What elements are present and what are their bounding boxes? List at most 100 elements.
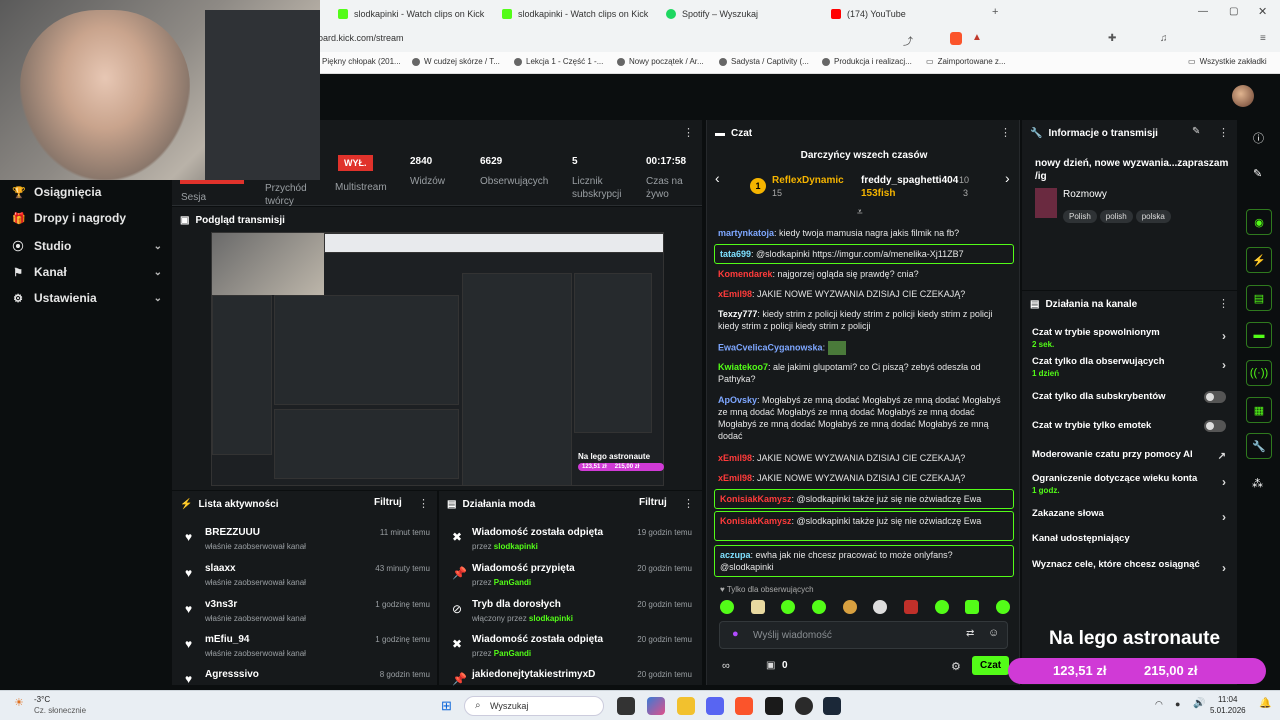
- bookmark-folder[interactable]: ▭ Zaimportowane z...: [926, 57, 1006, 66]
- donor-name[interactable]: ReflexDynamic: [772, 175, 844, 186]
- browser-tab[interactable]: (174) YouTube: [825, 3, 985, 25]
- chat-username[interactable]: xEmil98: [718, 289, 752, 299]
- chat-bubble-icon[interactable]: ▬: [1246, 322, 1272, 348]
- activity-user[interactable]: v3ns3r: [205, 599, 237, 610]
- filter-button[interactable]: Filtruj: [639, 497, 667, 508]
- chat-username[interactable]: KonisiakKamysz: [720, 494, 792, 504]
- emote-icon[interactable]: [965, 600, 980, 614]
- mod-user[interactable]: slodkapinki: [529, 614, 573, 623]
- mod-user[interactable]: slodkapinki: [494, 542, 538, 551]
- chat-username[interactable]: Texzy777: [718, 309, 757, 319]
- discord-icon[interactable]: [706, 697, 724, 715]
- edit-icon[interactable]: ✎: [1192, 126, 1200, 137]
- bookmark[interactable]: Lekcja 1 - Część 1 -...: [514, 57, 603, 66]
- minimize-icon[interactable]: —: [1198, 6, 1208, 17]
- mic-icon[interactable]: ●: [732, 628, 739, 640]
- gift-icon[interactable]: ▣: [766, 660, 775, 671]
- emote-icon[interactable]: [811, 600, 826, 614]
- info-icon[interactable]: ⓘ: [1253, 130, 1264, 146]
- broadcast-icon[interactable]: ((·)): [1246, 360, 1272, 386]
- windows-start-icon[interactable]: ⊞: [441, 698, 452, 714]
- browser-tab[interactable]: slodkapinki - Watch clips on Kick: [332, 3, 492, 25]
- translate-icon[interactable]: ⇄: [966, 628, 974, 639]
- goals-setting[interactable]: Wyznacz cele, które chcesz osiągnąć ›: [1032, 559, 1230, 575]
- emote-icon[interactable]: [781, 600, 796, 614]
- stream-category[interactable]: Rozmowy: [1063, 189, 1107, 200]
- chevron-left-icon[interactable]: ‹: [715, 170, 720, 186]
- emote-icon[interactable]: [934, 600, 949, 614]
- wrench-icon[interactable]: 🔧: [1246, 433, 1272, 459]
- document-icon[interactable]: ▤: [1246, 285, 1272, 311]
- sidebar-item-studio[interactable]: ⦿ Studio ⌄: [12, 238, 163, 254]
- avatar[interactable]: [1232, 85, 1254, 107]
- browser-tab[interactable]: slodkapinki - Watch clips on Kick: [496, 3, 656, 25]
- tag[interactable]: Polish: [1063, 210, 1097, 223]
- maximize-icon[interactable]: ▢: [1229, 6, 1238, 17]
- bookmark[interactable]: Piękny chłopak (201...: [322, 57, 401, 66]
- slow-mode-setting[interactable]: Czat w trybie spowolnionym 2 sek. ›: [1032, 327, 1230, 349]
- emote-only-toggle[interactable]: [1204, 420, 1226, 432]
- activity-user[interactable]: Agresssivo: [205, 669, 259, 680]
- more-icon[interactable]: ⋮: [1218, 297, 1229, 310]
- brave-rewards-icon[interactable]: ▲: [972, 32, 982, 43]
- activity-user[interactable]: mEfiu_94: [205, 634, 249, 645]
- taskbar-search[interactable]: ⌕ Wyszukaj: [464, 696, 604, 716]
- gear-icon[interactable]: ⚙: [951, 660, 961, 673]
- more-icon[interactable]: ⋮: [1218, 126, 1229, 139]
- emote-icon[interactable]: [750, 600, 765, 614]
- mic-icon[interactable]: ●: [1175, 699, 1180, 709]
- camera-icon[interactable]: ◉: [1246, 209, 1272, 235]
- weather-temp[interactable]: -3°C: [34, 695, 50, 704]
- hosting-channel-setting[interactable]: Kanał udostępniający: [1032, 533, 1230, 544]
- subscribers-only-toggle[interactable]: [1204, 391, 1226, 403]
- sidebar-item-drops[interactable]: 🎁 Dropy i nagrody: [12, 211, 162, 225]
- chat-text[interactable]: @slodkapinki https://imgur.com/a/menelik…: [756, 249, 964, 259]
- wifi-icon[interactable]: ◠: [1155, 699, 1163, 710]
- more-icon[interactable]: ⋮: [683, 126, 694, 139]
- brave-shield-icon[interactable]: [950, 32, 962, 45]
- sidebar-item-channel[interactable]: ⚑ Kanał ⌄: [12, 265, 162, 279]
- all-bookmarks[interactable]: ▭ Wszystkie zakładki: [1188, 57, 1267, 66]
- bookmark[interactable]: Sadysta / Captivity (...: [719, 57, 809, 66]
- tag[interactable]: polish: [1099, 210, 1133, 223]
- chat-input[interactable]: ● Wyślij wiadomość ⇄ ☺: [719, 621, 1008, 649]
- pencil-icon[interactable]: ✎: [1253, 167, 1262, 180]
- chevron-right-icon[interactable]: ›: [1005, 170, 1010, 186]
- taskview-icon[interactable]: [617, 697, 635, 715]
- more-icon[interactable]: ⋮: [418, 497, 429, 510]
- ai-moderation-setting[interactable]: Moderowanie czatu przy pomocy AI ↗: [1032, 449, 1230, 462]
- chat-username[interactable]: ApOvsky: [718, 395, 757, 405]
- emote-icon[interactable]: [995, 600, 1010, 614]
- tag[interactable]: polska: [1135, 210, 1171, 223]
- brave-icon[interactable]: [735, 697, 753, 715]
- bookmark[interactable]: W cudzej skórze / T...: [412, 57, 500, 66]
- clock-time[interactable]: 11:04: [1218, 695, 1237, 704]
- chat-username[interactable]: xEmil98: [718, 453, 752, 463]
- new-tab-button[interactable]: +: [992, 6, 998, 18]
- filter-button[interactable]: Filtruj: [374, 497, 402, 508]
- apps-icon[interactable]: ⁂: [1252, 477, 1263, 490]
- collapse-icon[interactable]: ⩡: [857, 207, 863, 218]
- clock-date[interactable]: 5.01.2026: [1210, 706, 1246, 715]
- speaker-icon[interactable]: 🔊: [1193, 698, 1205, 709]
- chat-username[interactable]: martynkatoja: [718, 228, 774, 238]
- chat-username[interactable]: Kwiatekoo7: [718, 362, 768, 372]
- stream-preview-video[interactable]: [211, 232, 664, 486]
- extensions-icon[interactable]: ✚: [1108, 33, 1116, 44]
- chat-username[interactable]: xEmil98: [718, 473, 752, 483]
- chat-username[interactable]: KonisiakKamysz: [720, 516, 792, 526]
- app-icon[interactable]: [765, 697, 783, 715]
- notifications-icon[interactable]: 🔔: [1259, 698, 1271, 709]
- music-icon[interactable]: ♫: [1160, 33, 1168, 44]
- emote-icon[interactable]: [842, 600, 857, 614]
- lightning-icon[interactable]: ⚡: [1246, 247, 1272, 273]
- file-explorer-icon[interactable]: [677, 697, 695, 715]
- steam-icon[interactable]: [823, 697, 841, 715]
- more-icon[interactable]: ⋮: [683, 497, 694, 510]
- layout-icon[interactable]: ▦: [1246, 397, 1272, 423]
- followers-only-setting[interactable]: Czat tylko dla obserwujących 1 dzień ›: [1032, 356, 1230, 378]
- chat-username[interactable]: tata699: [720, 249, 751, 259]
- emote-icon[interactable]: [720, 600, 734, 614]
- donor-name[interactable]: freddy_spaghetti404: [861, 175, 958, 186]
- menu-icon[interactable]: ≡: [1260, 33, 1266, 44]
